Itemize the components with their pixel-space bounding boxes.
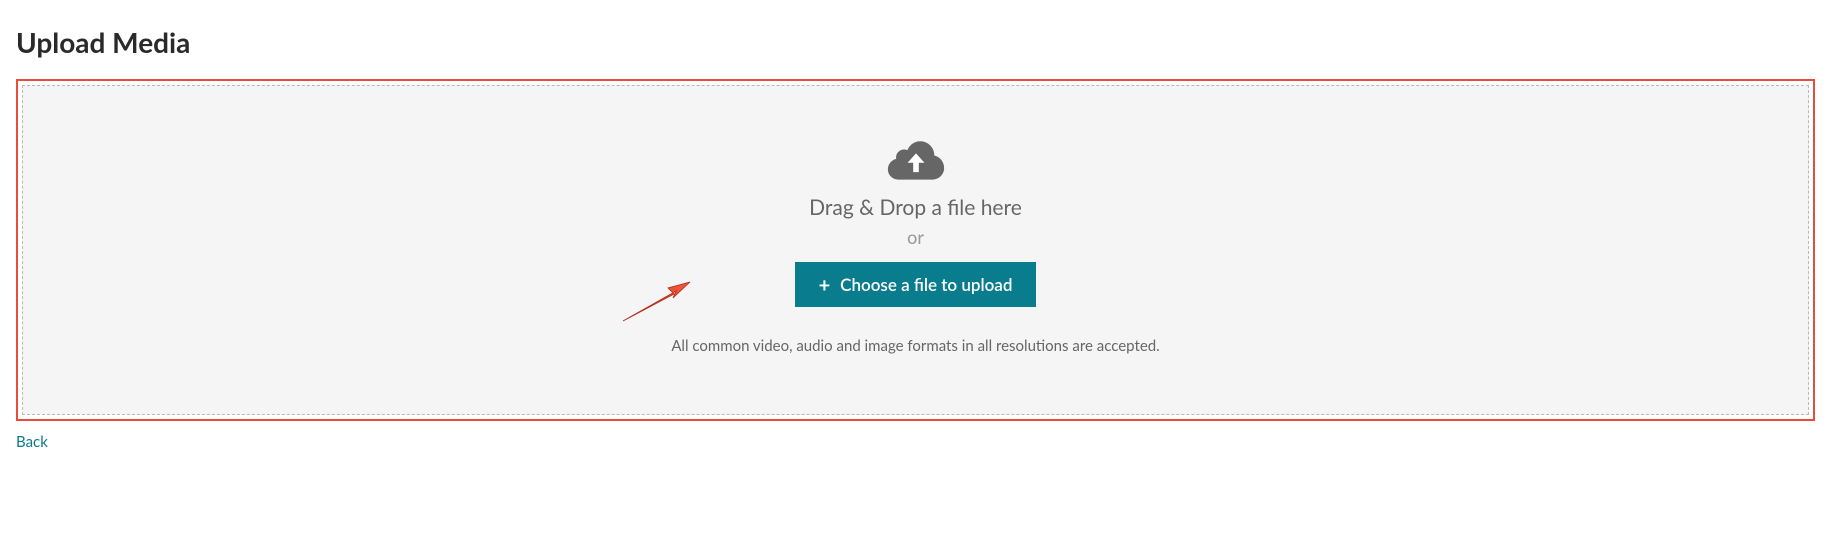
page-title: Upload Media (16, 25, 1815, 59)
upload-highlight-wrapper: Drag & Drop a file here or + Choose a fi… (16, 79, 1815, 421)
drag-drop-text: Drag & Drop a file here (809, 195, 1022, 220)
choose-file-button[interactable]: + Choose a file to upload (795, 262, 1037, 307)
upload-media-container: Upload Media Drag & Drop a file here or … (0, 0, 1831, 451)
or-text: or (907, 226, 924, 248)
plus-icon: + (819, 275, 831, 295)
back-link[interactable]: Back (16, 433, 48, 451)
file-dropzone[interactable]: Drag & Drop a file here or + Choose a fi… (22, 85, 1809, 415)
accepted-formats-text: All common video, audio and image format… (671, 337, 1159, 355)
cloud-upload-icon (886, 135, 946, 183)
choose-file-button-label: Choose a file to upload (840, 274, 1012, 295)
